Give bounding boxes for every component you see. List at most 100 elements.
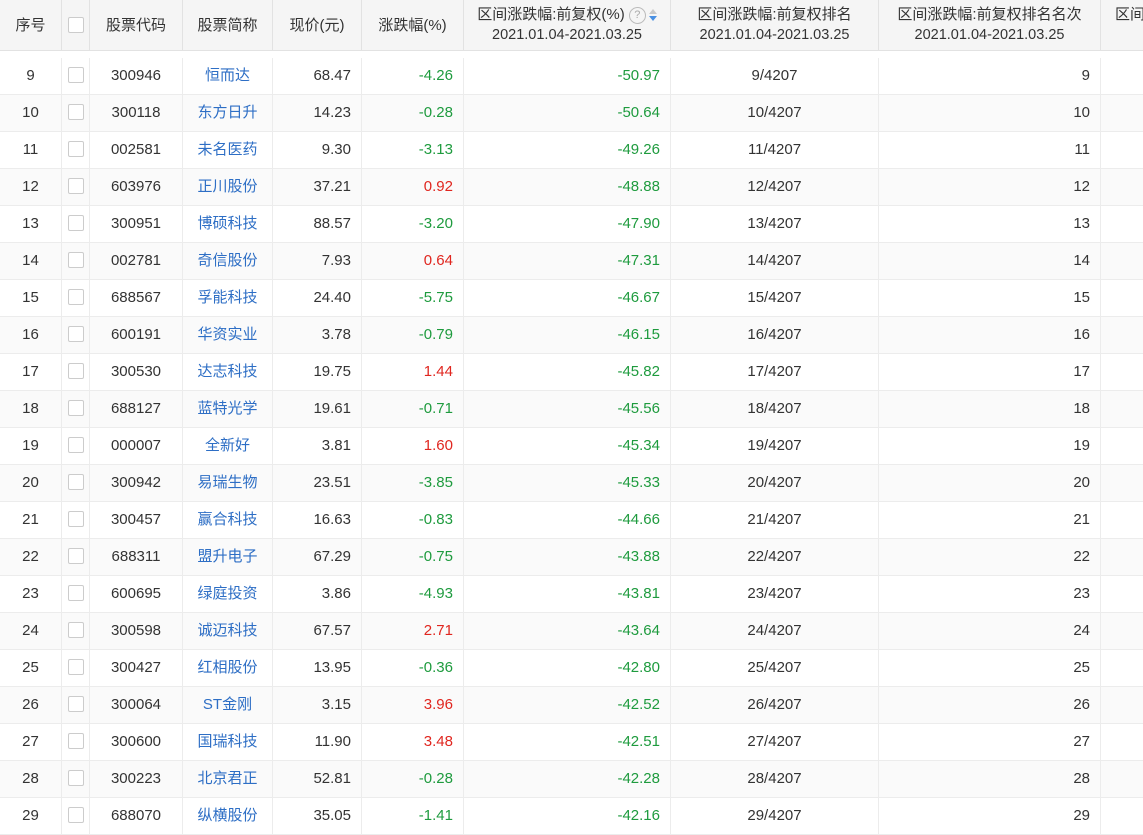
- cell-change: -4.93: [362, 576, 464, 612]
- col-header-select-all[interactable]: [62, 0, 90, 50]
- stock-name-link[interactable]: 未名医药: [197, 141, 257, 158]
- col-header-name[interactable]: 股票简称: [183, 0, 273, 50]
- cell-range-cut: [1101, 391, 1143, 427]
- cell-order: 12: [879, 169, 1101, 205]
- row-checkbox[interactable]: [67, 473, 84, 490]
- cell-name: 国瑞科技: [183, 724, 273, 760]
- stock-name-link[interactable]: 绿庭投资: [197, 585, 257, 602]
- col-header-rank-order[interactable]: 区间涨跌幅:前复权排名名次 2021.01.04-2021.03.25: [879, 0, 1101, 50]
- table-row[interactable]: 22 688311 盟升电子 67.29 -0.75 -43.88 22/4207 22: [0, 539, 1143, 576]
- table-row[interactable]: 23 600695 绿庭投资 3.86 -4.93 -43.81 23/4207 23: [0, 576, 1143, 613]
- row-select-cell: [62, 95, 90, 131]
- table-row[interactable]: 12 603976 正川股份 37.21 0.92 -48.88 12/4207 12: [0, 169, 1143, 206]
- row-checkbox[interactable]: [67, 547, 84, 564]
- table-row[interactable]: 11 002581 未名医药 9.30 -3.13 -49.26 11/4207 11: [0, 132, 1143, 169]
- stock-name-link[interactable]: 全新好: [205, 437, 250, 454]
- row-checkbox[interactable]: [67, 288, 84, 305]
- col-header-seq[interactable]: 序号: [0, 0, 62, 50]
- col-header-change[interactable]: 涨跌幅(%): [362, 0, 464, 50]
- cell-rank: 23/4207: [671, 576, 879, 612]
- stock-name-link[interactable]: 赢合科技: [197, 511, 257, 528]
- cell-price: 9.30: [273, 132, 362, 168]
- cell-name: 诚迈科技: [183, 613, 273, 649]
- table-row[interactable]: 19 000007 全新好 3.81 1.60 -45.34 19/4207 19: [0, 428, 1143, 465]
- table-row[interactable]: 29 688070 纵横股份 35.05 -1.41 -42.16 29/4207 29: [0, 798, 1143, 835]
- table-row[interactable]: 14 002781 奇信股份 7.93 0.64 -47.31 14/4207 14: [0, 243, 1143, 280]
- cell-rank: 15/4207: [671, 280, 879, 316]
- cell-code: 603976: [90, 169, 183, 205]
- table-row[interactable]: 15 688567 孚能科技 24.40 -5.75 -46.67 15/4207 15: [0, 280, 1143, 317]
- table-row[interactable]: 9 300946 恒而达 68.47 -4.26 -50.97 9/4207 9: [0, 58, 1143, 95]
- row-checkbox[interactable]: [67, 769, 84, 786]
- col-header-price[interactable]: 现价(元): [273, 0, 362, 50]
- table-row[interactable]: 27 300600 国瑞科技 11.90 3.48 -42.51 27/4207 27: [0, 724, 1143, 761]
- cell-name: 易瑞生物: [183, 465, 273, 501]
- select-all-checkbox[interactable]: [67, 17, 84, 33]
- stock-name-link[interactable]: 纵横股份: [197, 807, 257, 824]
- cell-name: 绿庭投资: [183, 576, 273, 612]
- stock-name-link[interactable]: 正川股份: [197, 178, 257, 195]
- cell-range: -45.33: [464, 465, 671, 501]
- cell-range: -45.82: [464, 354, 671, 390]
- table-row[interactable]: 26 300064 ST金刚 3.15 3.96 -42.52 26/4207 26: [0, 687, 1143, 724]
- table-row[interactable]: 25 300427 红相股份 13.95 -0.36 -42.80 25/4207 25: [0, 650, 1143, 687]
- stock-name-link[interactable]: 国瑞科技: [197, 733, 257, 750]
- cell-name: 博硕科技: [183, 206, 273, 242]
- cell-rank: 24/4207: [671, 613, 879, 649]
- col-header-code[interactable]: 股票代码: [90, 0, 183, 50]
- stock-name-link[interactable]: 奇信股份: [197, 252, 257, 269]
- row-checkbox[interactable]: [67, 621, 84, 638]
- table-row[interactable]: 28 300223 北京君正 52.81 -0.28 -42.28 28/4207 28: [0, 761, 1143, 798]
- stock-name-link[interactable]: ST金刚: [203, 696, 252, 713]
- row-checkbox[interactable]: [67, 214, 84, 231]
- row-checkbox[interactable]: [67, 140, 84, 157]
- row-checkbox[interactable]: [67, 103, 84, 120]
- table-row[interactable]: 21 300457 赢合科技 16.63 -0.83 -44.66 21/4207 21: [0, 502, 1143, 539]
- stock-name-link[interactable]: 北京君正: [197, 770, 257, 787]
- table-row[interactable]: 13 300951 博硕科技 88.57 -3.20 -47.90 13/4207 13: [0, 206, 1143, 243]
- stock-name-link[interactable]: 华资实业: [197, 326, 257, 343]
- stock-name-link[interactable]: 达志科技: [197, 363, 257, 380]
- stock-name-link[interactable]: 博硕科技: [197, 215, 257, 232]
- row-checkbox[interactable]: [67, 436, 84, 453]
- row-select-cell: [62, 391, 90, 427]
- row-checkbox[interactable]: [67, 325, 84, 342]
- row-checkbox[interactable]: [67, 362, 84, 379]
- sort-icon[interactable]: [648, 9, 657, 22]
- stock-name-link[interactable]: 易瑞生物: [197, 474, 257, 491]
- row-checkbox[interactable]: [67, 177, 84, 194]
- table-row[interactable]: 17 300530 达志科技 19.75 1.44 -45.82 17/4207 17: [0, 354, 1143, 391]
- col-header-range-cut[interactable]: 区间 20: [1101, 0, 1143, 50]
- row-checkbox[interactable]: [67, 732, 84, 749]
- stock-name-link[interactable]: 盟升电子: [197, 548, 257, 565]
- table-row[interactable]: 20 300942 易瑞生物 23.51 -3.85 -45.33 20/4207 20: [0, 465, 1143, 502]
- table-row[interactable]: 18 688127 蓝特光学 19.61 -0.71 -45.56 18/4207 18: [0, 391, 1143, 428]
- help-icon[interactable]: ?: [628, 7, 646, 24]
- row-checkbox[interactable]: [67, 658, 84, 675]
- row-checkbox[interactable]: [67, 584, 84, 601]
- cell-rank: 29/4207: [671, 798, 879, 834]
- stock-name-link[interactable]: 东方日升: [197, 104, 257, 121]
- table-row[interactable]: 10 300118 东方日升 14.23 -0.28 -50.64 10/4207 10: [0, 95, 1143, 132]
- col-header-rank[interactable]: 区间涨跌幅:前复权排名 2021.01.04-2021.03.25: [671, 0, 879, 50]
- cell-price: 3.15: [273, 687, 362, 723]
- row-checkbox[interactable]: [67, 251, 84, 268]
- stock-name-link[interactable]: 孚能科技: [197, 289, 257, 306]
- stock-name-link[interactable]: 蓝特光学: [197, 400, 257, 417]
- stock-name-link[interactable]: 诚迈科技: [197, 622, 257, 639]
- cell-change: -4.26: [362, 58, 464, 94]
- cell-seq: 12: [0, 169, 62, 205]
- stock-name-link[interactable]: 红相股份: [197, 659, 257, 676]
- row-checkbox[interactable]: [67, 806, 84, 823]
- col-header-range-change[interactable]: 区间涨跌幅:前复权(%)? 2021.01.04-2021.03.25: [464, 0, 671, 50]
- cell-range: -49.26: [464, 132, 671, 168]
- row-checkbox[interactable]: [67, 399, 84, 416]
- table-row[interactable]: 16 600191 华资实业 3.78 -0.79 -46.15 16/4207 16: [0, 317, 1143, 354]
- stock-name-link[interactable]: 恒而达: [205, 67, 250, 84]
- row-checkbox[interactable]: [67, 66, 84, 83]
- cell-rank: 18/4207: [671, 391, 879, 427]
- cell-rank: 22/4207: [671, 539, 879, 575]
- row-checkbox[interactable]: [67, 695, 84, 712]
- row-checkbox[interactable]: [67, 510, 84, 527]
- table-row[interactable]: 24 300598 诚迈科技 67.57 2.71 -43.64 24/4207 24: [0, 613, 1143, 650]
